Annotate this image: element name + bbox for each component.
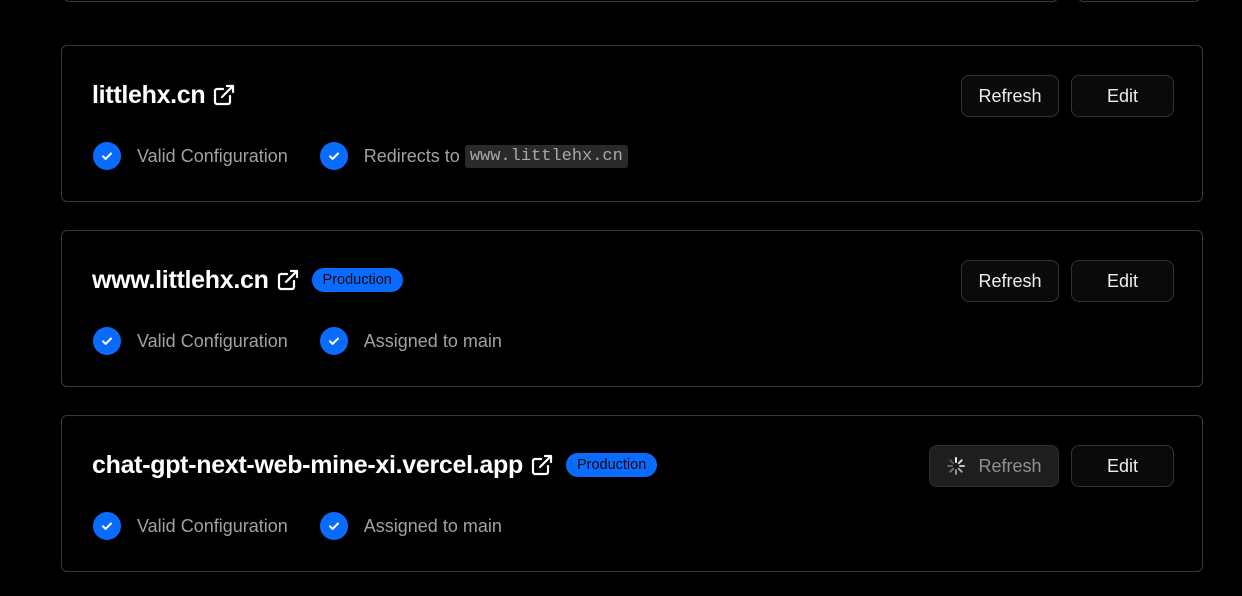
redirect-target-code: www.littlehx.cn [464,144,628,168]
previous-domain-card [62,0,1060,2]
previous-domain-edit-button[interactable] [1076,0,1202,2]
redirect-label: Redirects to [363,145,460,166]
check-circle-icon [319,327,348,355]
domain-title-row: www.littlehx.cn Production [92,264,403,296]
domain-card: littlehx.cn Valid Configuration Redirect… [61,45,1203,202]
check-circle-icon [319,512,348,540]
external-link-icon[interactable] [211,82,237,108]
check-circle-icon [93,327,121,355]
refresh-label: Refresh [978,455,1042,476]
domain-card: www.littlehx.cn Production Valid Configu… [61,230,1203,387]
external-link-icon[interactable] [529,452,555,478]
domain-status-row: Valid Configuration Redirects to www.lit… [93,142,628,170]
edit-button[interactable]: Edit [1071,260,1174,302]
status-label: Valid Configuration [137,330,288,351]
status-redirect: Redirects to www.littlehx.cn [319,142,628,170]
status-assigned-branch: Assigned to main [319,512,502,540]
domain-status-row: Valid Configuration Assigned to main [93,512,502,540]
status-label: Valid Configuration [137,145,288,166]
assigned-label: Assigned to main [363,330,502,351]
assigned-label: Assigned to main [363,515,502,536]
refresh-button[interactable]: Refresh [961,260,1059,302]
check-circle-icon [93,142,121,170]
check-circle-icon [319,142,348,170]
production-badge: Production [565,453,658,477]
status-label: Valid Configuration [137,515,288,536]
status-valid-configuration: Valid Configuration [93,142,288,170]
refresh-button-loading[interactable]: Refresh [929,445,1059,487]
check-circle-icon [93,512,121,540]
domain-name: littlehx.cn [92,80,206,109]
spinner-icon [946,456,966,476]
status-assigned-branch: Assigned to main [319,327,502,355]
external-link-icon[interactable] [275,267,301,293]
domain-name: www.littlehx.cn [92,265,269,294]
status-valid-configuration: Valid Configuration [93,327,288,355]
domain-card: chat-gpt-next-web-mine-xi.vercel.app Pro… [61,415,1203,572]
status-valid-configuration: Valid Configuration [93,512,288,540]
domains-page: littlehx.cn Valid Configuration Redirect… [0,0,1242,596]
domain-title-row: chat-gpt-next-web-mine-xi.vercel.app Pro… [92,449,658,481]
domain-status-row: Valid Configuration Assigned to main [93,327,502,355]
edit-button[interactable]: Edit [1071,445,1174,487]
domain-title-row: littlehx.cn [92,79,237,111]
edit-button[interactable]: Edit [1071,75,1174,117]
domain-name: chat-gpt-next-web-mine-xi.vercel.app [92,450,523,479]
production-badge: Production [311,268,403,292]
refresh-button[interactable]: Refresh [961,75,1059,117]
